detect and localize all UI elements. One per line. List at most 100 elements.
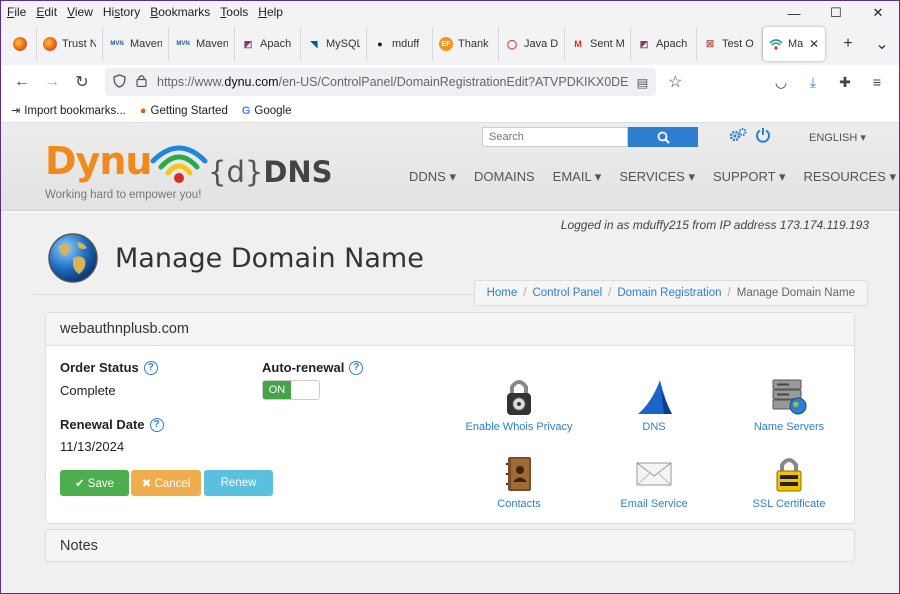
bookmarks-toolbar: ⇥ Import bookmarks... ● Getting Started …	[1, 99, 899, 123]
breadcrumb-home[interactable]: Home	[487, 287, 518, 299]
back-button[interactable]: ←	[7, 73, 37, 91]
browser-tab[interactable]: ☒ Test O	[697, 27, 763, 61]
browser-tab[interactable]: ◩ Apach	[631, 27, 697, 61]
github-icon: ●	[377, 39, 383, 49]
help-icon[interactable]: ?	[349, 360, 364, 375]
search-input[interactable]	[482, 127, 628, 147]
breadcrumb-domain-registration[interactable]: Domain Registration	[617, 287, 721, 299]
dns-link[interactable]: DNS	[594, 377, 714, 433]
firefox-view-tab[interactable]	[5, 27, 37, 61]
notes-title: Notes	[60, 537, 98, 554]
search-button[interactable]	[628, 127, 698, 147]
menu-edit[interactable]: Edit	[36, 5, 57, 19]
nav-ddns[interactable]: DDNS ▾	[409, 169, 456, 185]
maximize-button[interactable]: ☐	[815, 1, 857, 25]
browser-tab[interactable]: ● mduff	[367, 27, 433, 61]
tagline: Working hard to empower you!	[45, 189, 202, 201]
site-header: Dynu Working hard to empower you! {d}DNS…	[1, 123, 899, 211]
ddns-logo: {d}DNS	[208, 155, 333, 189]
menu-tools[interactable]: Tools	[220, 5, 248, 19]
nav-resources[interactable]: RESOURCES ▾	[804, 169, 897, 185]
list-all-tabs-button[interactable]: ⌄	[865, 34, 899, 54]
extensions-icon[interactable]: ✚	[829, 74, 861, 91]
help-icon[interactable]: ?	[143, 360, 158, 375]
app-menu-icon[interactable]: ≡	[861, 74, 893, 91]
navigation-bar: ← → ↻ https://www.dynu.com/en-US/Control…	[1, 65, 899, 99]
reload-button[interactable]: ↻	[67, 72, 97, 92]
bookmark-getting-started[interactable]: ● Getting Started	[140, 105, 228, 117]
auto-renewal-toggle[interactable]: ON	[262, 380, 320, 400]
gears-icon[interactable]	[729, 127, 747, 148]
bookmark-star-icon[interactable]: ☆	[660, 72, 690, 92]
nav-domains[interactable]: DOMAINS	[474, 169, 535, 185]
browser-tab[interactable]: Trust Nexu	[37, 27, 103, 61]
menu-bar: File Edit View History Bookmarks Tools H…	[1, 1, 899, 23]
logo-text: Dynu	[45, 139, 152, 183]
apache-icon: ◩	[243, 38, 253, 49]
ssl-certificate-link[interactable]: SSL Certificate	[729, 454, 849, 510]
nav-services[interactable]: SERVICES ▾	[619, 169, 695, 185]
ddns-brace: {d}	[208, 155, 264, 189]
cancel-button[interactable]: ✖ Cancel	[131, 470, 201, 496]
tab-label: Mai	[788, 38, 803, 50]
new-tab-button[interactable]: +	[831, 35, 865, 53]
menu-help[interactable]: Help	[258, 5, 283, 19]
pocket-icon[interactable]: ◡	[765, 74, 797, 91]
enable-whois-privacy-link[interactable]: Enable Whois Privacy	[459, 377, 579, 433]
forward-button[interactable]: →	[37, 73, 67, 91]
nav-support[interactable]: SUPPORT ▾	[713, 169, 786, 185]
browser-tab[interactable]: ◯ Java D	[499, 27, 565, 61]
menu-history[interactable]: History	[103, 5, 140, 19]
close-tab-icon[interactable]: ✕	[809, 37, 819, 51]
browser-tab[interactable]: M Sent M	[565, 27, 631, 61]
save-button[interactable]: ✔ Save	[60, 470, 129, 496]
order-status-label: Order Status ?	[60, 360, 158, 375]
nav-email[interactable]: EMAIL ▾	[553, 169, 602, 185]
apache-icon: ◩	[639, 38, 649, 49]
close-window-button[interactable]: ✕	[857, 1, 899, 25]
menu-bookmarks[interactable]: Bookmarks	[150, 5, 210, 19]
power-icon[interactable]	[755, 127, 771, 148]
mysql-icon: ◥	[310, 38, 318, 49]
browser-tab[interactable]: Mai ✕	[763, 27, 825, 61]
browser-tab[interactable]: ◩ Apach	[235, 27, 301, 61]
browser-tab[interactable]: MVN Maven	[103, 27, 169, 61]
minimize-button[interactable]: —	[773, 1, 815, 25]
dynu-logo[interactable]: Dynu Working hard to empower you!	[45, 139, 201, 201]
firefox-icon	[43, 37, 57, 51]
feature-label: SSL Certificate	[752, 498, 826, 510]
notes-panel[interactable]: Notes	[45, 529, 855, 562]
menu-view[interactable]: View	[67, 5, 93, 19]
feature-label: Name Servers	[753, 421, 825, 433]
breadcrumb-separator: /	[523, 287, 527, 299]
browser-tab[interactable]: EF Thank	[433, 27, 499, 61]
bookmark-import[interactable]: ⇥ Import bookmarks...	[11, 104, 126, 118]
lock-icon[interactable]	[136, 74, 147, 90]
breadcrumb-control-panel[interactable]: Control Panel	[532, 287, 602, 299]
tab-label: Maven	[196, 38, 228, 50]
bookmark-google[interactable]: G Google	[242, 105, 292, 117]
tab-list: Trust Nexu MVN Maven MVN Maven ◩ Apach ◥ MySQL ● m…	[37, 27, 825, 61]
renew-button[interactable]: Renew	[204, 470, 273, 496]
shield-icon[interactable]	[113, 73, 126, 91]
name-servers-link[interactable]: Name Servers	[729, 377, 849, 433]
menu-file[interactable]: File	[7, 5, 26, 19]
help-icon[interactable]: ?	[149, 417, 164, 432]
breadcrumb: Home / Control Panel / Domain Registrati…	[473, 280, 868, 306]
browser-tab[interactable]: MVN Maven	[169, 27, 235, 61]
url-text[interactable]: https://www.dynu.com/en-US/ControlPanel/…	[157, 75, 629, 89]
bookmark-label: Import bookmarks...	[24, 104, 126, 117]
feature-label: Contacts	[497, 498, 541, 510]
browser-tab[interactable]: ◥ MySQL	[301, 27, 367, 61]
language-selector[interactable]: ENGLISH ▾	[809, 131, 866, 144]
reader-view-icon[interactable]: ▤	[637, 75, 649, 90]
page-title: Manage Domain Name	[115, 242, 424, 274]
renewal-date-label-text: Renewal Date	[60, 417, 145, 432]
contacts-link[interactable]: Contacts	[459, 454, 579, 510]
tab-label: Trust Nexu	[62, 38, 96, 50]
url-bar[interactable]: https://www.dynu.com/en-US/ControlPanel/…	[105, 68, 657, 96]
email-service-link[interactable]: Email Service	[594, 454, 714, 510]
download-icon[interactable]: ⤓	[797, 74, 829, 91]
feature-label: DNS	[642, 421, 666, 433]
import-icon: ⇥	[11, 105, 21, 117]
